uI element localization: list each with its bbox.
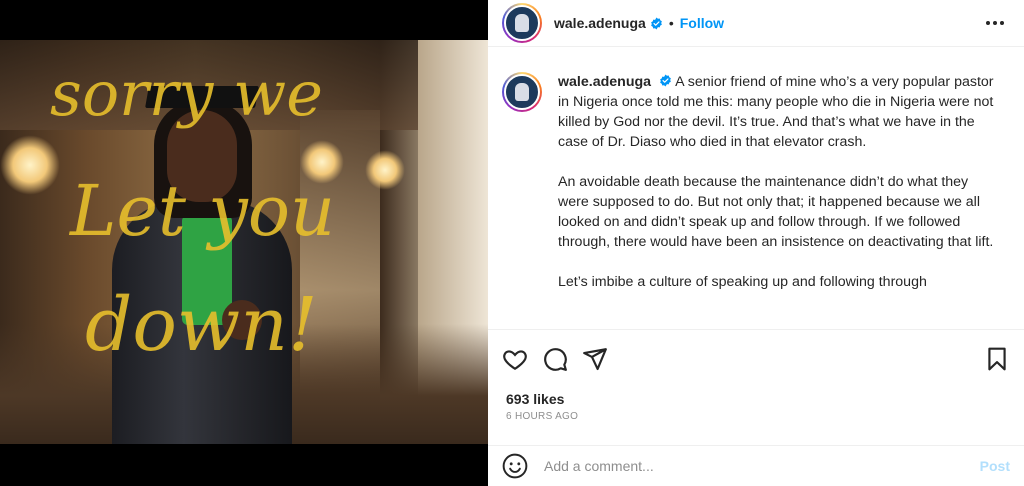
username-link[interactable]: wale.adenuga — [554, 15, 646, 31]
likes-count[interactable]: 693 likes — [506, 391, 564, 407]
divider — [488, 329, 1024, 330]
verified-icon — [650, 17, 662, 29]
post-timestamp[interactable]: 6 HOURS AGO — [506, 411, 578, 422]
emoji-icon[interactable] — [502, 453, 528, 479]
separator-dot: • — [668, 15, 674, 31]
caption-paragraph-3: Let’s imbibe a culture of speaking up an… — [558, 274, 927, 290]
bookmark-icon[interactable] — [984, 346, 1010, 372]
more-icon[interactable] — [980, 15, 1010, 31]
caption-area[interactable]: wale.adenuga A senior friend of mine who… — [488, 60, 1024, 329]
follow-button[interactable]: Follow — [680, 15, 724, 31]
post-side-panel: wale.adenuga • Follow wale.adenuga A sen… — [488, 0, 1024, 486]
post-photo[interactable] — [0, 40, 488, 444]
caption-text: wale.adenuga A senior friend of mine who… — [558, 72, 998, 312]
caption-avatar[interactable] — [502, 72, 542, 112]
comment-bar: Post — [488, 446, 1024, 486]
caption-username[interactable]: wale.adenuga — [558, 74, 651, 90]
caption: wale.adenuga A senior friend of mine who… — [502, 72, 1010, 312]
post-media[interactable]: sorry we Let you down! — [0, 0, 488, 486]
avatar[interactable] — [502, 3, 542, 43]
action-bar — [502, 342, 1010, 376]
instagram-post: sorry we Let you down! wale.adenuga • Fo… — [0, 0, 1024, 486]
verified-icon — [660, 74, 671, 87]
post-comment-button[interactable]: Post — [980, 458, 1010, 474]
caption-paragraph-2: An avoidable death because the maintenan… — [558, 174, 994, 250]
post-header: wale.adenuga • Follow — [488, 0, 1024, 47]
share-icon[interactable] — [582, 346, 608, 372]
heart-icon[interactable] — [502, 346, 528, 372]
comment-input[interactable] — [544, 458, 980, 474]
graduate-figure — [92, 80, 312, 444]
comment-icon[interactable] — [542, 346, 568, 372]
